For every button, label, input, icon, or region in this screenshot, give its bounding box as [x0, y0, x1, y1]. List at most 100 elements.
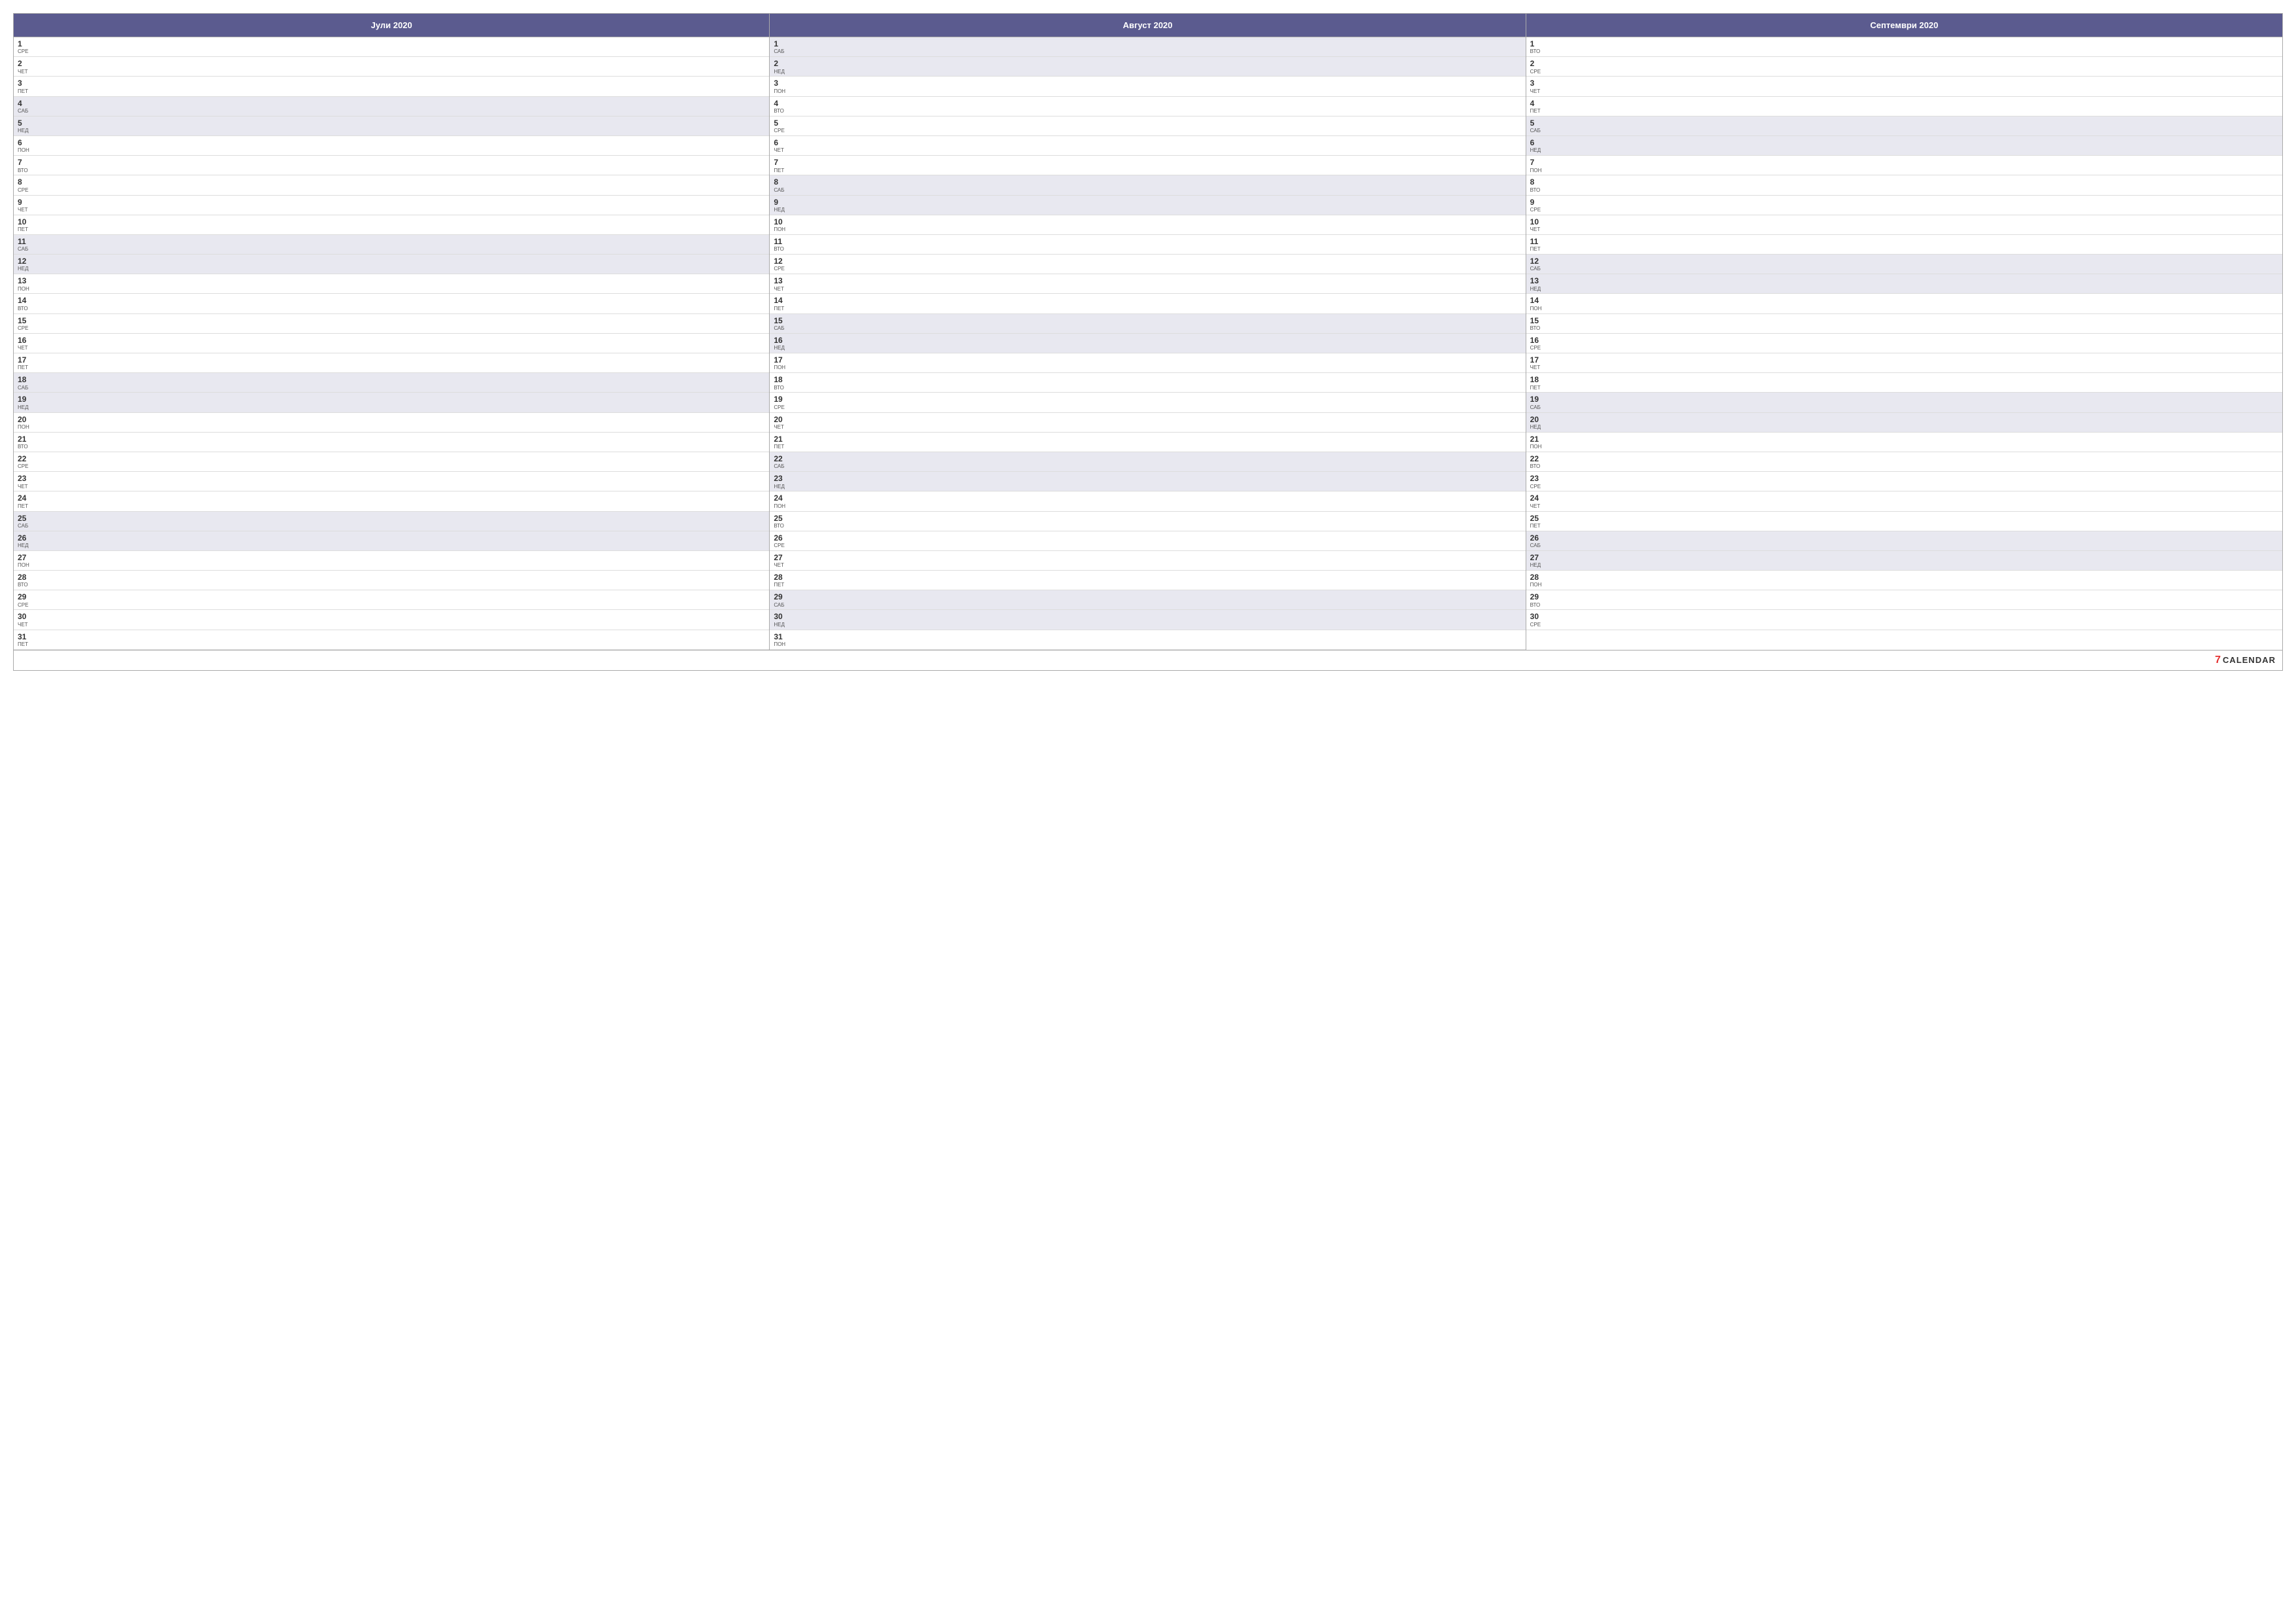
day-number: 16	[774, 336, 787, 345]
day-row: 20ПОН	[14, 413, 769, 433]
day-name: САБ	[1530, 266, 1543, 272]
day-info: 20НЕД	[1530, 415, 1543, 431]
day-info: 27ЧЕТ	[774, 553, 787, 569]
day-info: 10ЧЕТ	[1530, 217, 1543, 233]
day-name: ЧЕТ	[1530, 365, 1543, 371]
day-info: 17ЧЕТ	[1530, 355, 1543, 371]
day-number: 23	[1530, 474, 1543, 483]
day-name: ПЕТ	[1530, 524, 1543, 529]
day-row: 1САБ	[770, 37, 1525, 57]
day-info: 8ВТО	[1530, 177, 1543, 193]
day-name: ПОН	[774, 642, 787, 648]
day-row: 18ВТО	[770, 373, 1525, 393]
month-column-2: Септември 20201ВТО2СРЕ3ЧЕТ4ПЕТ5САБ6НЕД7П…	[1526, 14, 2282, 650]
logo-text: CALENDAR	[2223, 655, 2276, 665]
day-name: НЕД	[18, 543, 31, 549]
day-info: 25САБ	[18, 514, 31, 529]
day-name: ПЕТ	[18, 89, 31, 95]
day-name: САБ	[1530, 405, 1543, 411]
day-info: 23ЧЕТ	[18, 474, 31, 490]
day-number: 24	[18, 493, 31, 503]
day-name: НЕД	[18, 266, 31, 272]
day-info: 3ПОН	[774, 79, 787, 94]
day-info: 5СРЕ	[774, 118, 787, 134]
day-number: 18	[1530, 375, 1543, 384]
day-info: 17ПОН	[774, 355, 787, 371]
day-info: 1САБ	[774, 39, 787, 55]
day-row: 2НЕД	[770, 57, 1525, 77]
day-name: СРЕ	[1530, 622, 1543, 628]
day-name: СРЕ	[774, 543, 787, 549]
day-name: САБ	[1530, 543, 1543, 549]
day-number: 31	[774, 632, 787, 641]
day-row: 10ПОН	[770, 215, 1525, 235]
day-number: 23	[774, 474, 787, 483]
day-number: 22	[774, 454, 787, 463]
day-name: ПЕТ	[774, 444, 787, 450]
day-row: 26САБ	[1526, 531, 2282, 551]
day-number: 22	[1530, 454, 1543, 463]
day-row: 14ПОН	[1526, 294, 2282, 313]
day-info: 9НЕД	[774, 198, 787, 213]
day-row: 9СРЕ	[1526, 196, 2282, 215]
day-row: 15ВТО	[1526, 314, 2282, 334]
day-name: ПОН	[774, 504, 787, 510]
day-name: ПЕТ	[1530, 385, 1543, 391]
day-info: 9СРЕ	[1530, 198, 1543, 213]
day-name: САБ	[774, 49, 787, 55]
day-name: ЧЕТ	[18, 207, 31, 213]
day-info: 19САБ	[1530, 395, 1543, 410]
day-name: САБ	[18, 109, 31, 115]
day-number: 20	[774, 415, 787, 424]
day-row: 7ПОН	[1526, 156, 2282, 175]
day-number: 7	[774, 158, 787, 167]
day-number: 10	[1530, 217, 1543, 226]
day-row: 28ВТО	[14, 571, 769, 590]
day-number: 12	[1530, 257, 1543, 266]
day-name: САБ	[18, 385, 31, 391]
day-info: 30СРЕ	[1530, 612, 1543, 628]
day-number: 27	[1530, 553, 1543, 562]
day-info: 18ПЕТ	[1530, 375, 1543, 391]
day-number: 25	[18, 514, 31, 523]
day-row: 14ВТО	[14, 294, 769, 313]
day-name: ВТО	[774, 109, 787, 115]
day-name: САБ	[774, 603, 787, 609]
day-name: ПОН	[18, 563, 31, 569]
day-number: 7	[18, 158, 31, 167]
day-name: ЧЕТ	[18, 622, 31, 628]
day-number: 8	[1530, 177, 1543, 187]
day-name: СРЕ	[774, 405, 787, 411]
day-name: ВТО	[18, 444, 31, 450]
day-row: 19НЕД	[14, 393, 769, 412]
day-row: 8САБ	[770, 175, 1525, 195]
day-info: 17ПЕТ	[18, 355, 31, 371]
day-info: 24ЧЕТ	[1530, 493, 1543, 509]
day-number: 14	[18, 296, 31, 305]
day-number: 30	[18, 612, 31, 621]
day-number: 2	[1530, 59, 1543, 68]
day-info: 21ПОН	[1530, 435, 1543, 450]
day-row: 24ПОН	[770, 491, 1525, 511]
day-number: 29	[18, 592, 31, 601]
day-number: 14	[1530, 296, 1543, 305]
day-info: 19СРЕ	[774, 395, 787, 410]
day-info: 29ВТО	[1530, 592, 1543, 608]
day-row: 24ЧЕТ	[1526, 491, 2282, 511]
day-info: 7ПЕТ	[774, 158, 787, 173]
day-row: 16ЧЕТ	[14, 334, 769, 353]
day-name: НЕД	[1530, 563, 1543, 569]
day-name: ПОН	[18, 148, 31, 154]
day-info: 2НЕД	[774, 59, 787, 75]
day-row: 1СРЕ	[14, 37, 769, 57]
day-info: 19НЕД	[18, 395, 31, 410]
day-number: 18	[774, 375, 787, 384]
day-info: 14ПЕТ	[774, 296, 787, 312]
day-info: 26СРЕ	[774, 533, 787, 549]
day-row: 27ПОН	[14, 551, 769, 571]
day-row: 4ВТО	[770, 97, 1525, 116]
day-row: 2ЧЕТ	[14, 57, 769, 77]
day-name: НЕД	[18, 405, 31, 411]
day-number: 28	[774, 573, 787, 582]
day-name: ЧЕТ	[18, 346, 31, 351]
